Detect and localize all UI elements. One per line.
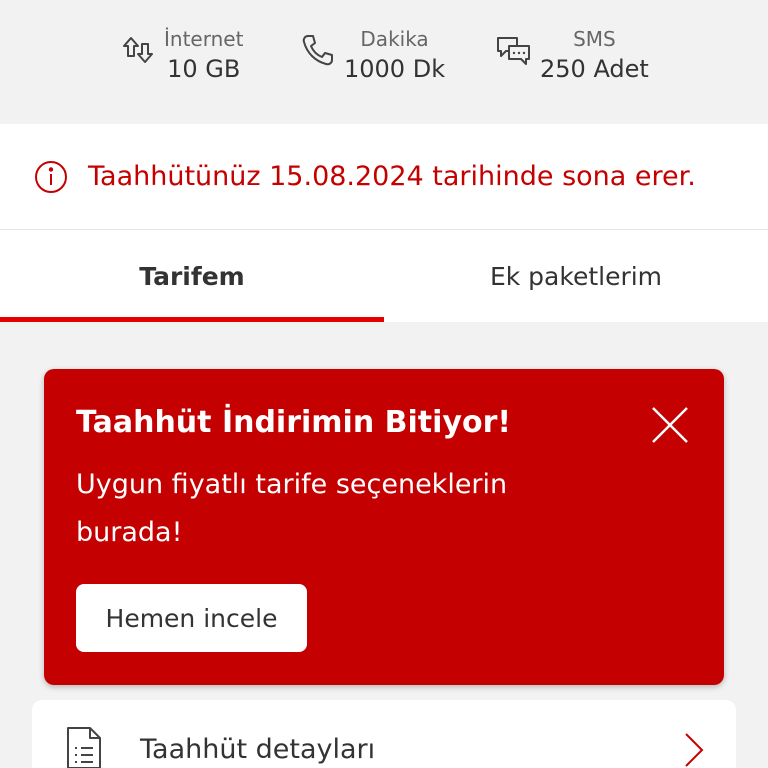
promo-title: Taahhüt İndirimin Bitiyor! xyxy=(76,405,512,440)
commitment-notice: Taahhütünüz 15.08.2024 tarihinde sona er… xyxy=(0,124,768,230)
minutes-value: 1000 Dk xyxy=(344,55,446,83)
minutes-label: Dakika xyxy=(360,27,429,51)
sms-summary: SMS 250 Adet xyxy=(494,26,649,86)
sms-label: SMS xyxy=(573,27,616,51)
internet-value: 10 GB xyxy=(167,55,241,83)
tab-tarifem[interactable]: Tarifem xyxy=(0,230,384,322)
internet-label: İnternet xyxy=(164,27,244,51)
chat-bubbles-icon xyxy=(494,30,534,70)
internet-summary: İnternet 10 GB xyxy=(118,26,243,86)
promo-banner: Taahhüt İndirimin Bitiyor! Uygun fiyatlı… xyxy=(44,369,724,685)
notice-text: Taahhütünüz 15.08.2024 tarihinde sona er… xyxy=(88,161,696,192)
promo-text: Uygun fiyatlı tarife seçeneklerin burada… xyxy=(76,469,508,548)
tab-bar: Tarifem Ek paketlerim xyxy=(0,230,768,322)
usage-summary: İnternet 10 GB Dakika 1000 Dk SMS 250 Ad… xyxy=(0,0,768,124)
data-transfer-icon xyxy=(118,30,158,70)
commitment-details-row[interactable]: Taahhüt detayları xyxy=(32,700,736,768)
hemen-incele-button[interactable]: Hemen incele xyxy=(76,584,307,652)
commitment-details-label: Taahhüt detayları xyxy=(140,734,376,765)
tab-ek-paketlerim[interactable]: Ek paketlerim xyxy=(384,230,768,322)
phone-icon xyxy=(298,30,338,70)
info-icon xyxy=(34,160,68,194)
chevron-right-icon xyxy=(682,730,706,768)
minutes-summary: Dakika 1000 Dk xyxy=(298,26,445,86)
sms-value: 250 Adet xyxy=(540,55,649,83)
close-icon[interactable] xyxy=(650,405,690,445)
document-icon xyxy=(64,724,104,768)
